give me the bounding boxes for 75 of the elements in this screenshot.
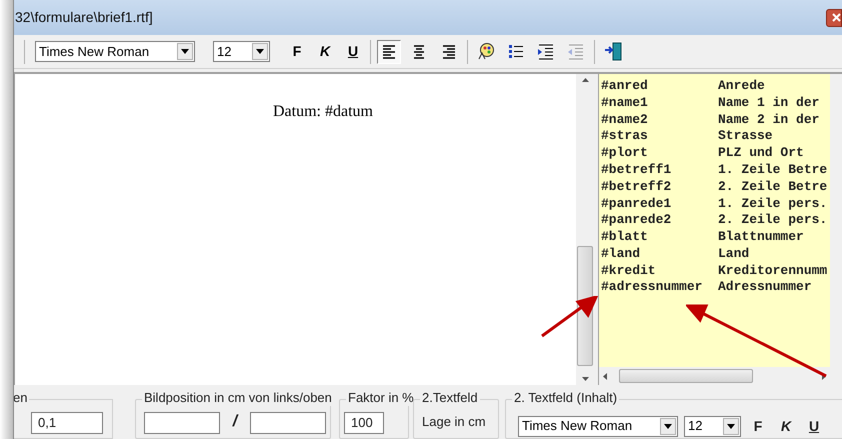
dropdown-value: Times New Roman: [38, 42, 150, 61]
indent-icon: [537, 42, 555, 62]
scroll-down-icon: [582, 377, 588, 381]
format-button[interactable]: K: [775, 414, 797, 438]
dropdown-value: 12: [687, 417, 702, 436]
caret-icon: [181, 49, 189, 54]
dropdown-value: Times New Roman: [521, 417, 632, 436]
format-button[interactable]: U: [342, 40, 364, 64]
variable-name: #betreff1: [601, 162, 672, 179]
dropdown-value: 12: [216, 42, 232, 61]
exit-door-icon: [604, 42, 622, 62]
format-button[interactable]: F: [286, 40, 308, 64]
variable-description: Land: [718, 246, 750, 263]
variable-name: #name2: [601, 112, 649, 128]
dropdown-button[interactable]: [660, 418, 676, 434]
variable-name: #stras: [601, 128, 649, 146]
dropdown[interactable]: Times New Roman: [518, 416, 678, 436]
variable-description: 1. Zeile Betre: [718, 162, 828, 179]
input-field[interactable]: [144, 412, 220, 434]
variable-name: #name1: [601, 94, 649, 112]
variable-description: Anrede: [718, 78, 766, 95]
variable-name: #adressnummer: [601, 279, 704, 296]
window-title: 32\formulare\brief1.rtf]: [14, 8, 153, 28]
variable-description: 2. Zeile Betre: [718, 178, 828, 196]
caret-icon: [727, 424, 735, 428]
variable-description: PLZ und Ort: [718, 145, 805, 162]
document-editor[interactable]: Datum: #datum: [14, 74, 576, 385]
variable-description: Kreditorennumm: [718, 262, 828, 280]
caret-icon: [664, 424, 672, 428]
arrow: [540, 296, 598, 338]
dropdown[interactable]: 12: [684, 416, 741, 436]
input-field[interactable]: [250, 412, 326, 434]
group-label: Bildposition in cm von links/oben: [142, 390, 334, 406]
variable-description: Name 2 in der: [718, 112, 820, 128]
dropdown[interactable]: 12: [213, 41, 270, 62]
variable-description: Strasse: [718, 128, 774, 146]
dropdown[interactable]: Times New Roman: [35, 41, 195, 62]
variable-description: Blattnummer: [718, 229, 805, 246]
align-right-icon: [441, 42, 457, 61]
variable-description: Name 1 in der: [718, 94, 820, 112]
document-text: Datum: #datum: [273, 102, 373, 122]
input-field[interactable]: 0,1: [31, 412, 103, 434]
outdent-icon: [567, 42, 585, 62]
align-center-icon: [411, 42, 427, 61]
scrollbar-thumb[interactable]: [619, 369, 753, 383]
scroll-up-icon: [582, 78, 588, 82]
align-left-icon: [381, 42, 397, 61]
variable-description: Adressnummer: [718, 279, 813, 296]
variable-name: #betreff2: [601, 178, 672, 196]
close-button[interactable]: [826, 8, 842, 27]
format-button[interactable]: K: [314, 40, 336, 64]
variable-name: #kredit: [601, 262, 657, 280]
variable-name: #blatt: [601, 229, 649, 246]
format-button[interactable]: F: [747, 414, 769, 438]
dropdown-button[interactable]: [177, 43, 193, 60]
variable-name: #land: [601, 246, 642, 263]
variable-name: #anred: [601, 78, 649, 95]
separator-text: /: [231, 412, 240, 432]
format-button[interactable]: U: [803, 414, 825, 438]
palette-icon: [477, 42, 495, 62]
dropdown-button[interactable]: [252, 43, 268, 60]
caret-icon: [256, 49, 264, 54]
group-text: Lage in cm: [422, 413, 486, 431]
variable-name: #plort: [601, 145, 649, 162]
scroll-left-icon: [603, 372, 607, 380]
variable-name: #panrede2: [601, 212, 672, 230]
variable-name: #panrede1: [601, 196, 672, 212]
close-icon: [832, 13, 841, 22]
group-label: Faktor in %: [346, 390, 416, 406]
variable-description: 1. Zeile pers.: [718, 196, 828, 212]
input-field[interactable]: 100: [344, 412, 384, 434]
variable-description: 2. Zeile pers.: [718, 212, 828, 230]
dropdown-button[interactable]: [723, 418, 739, 434]
group-label: 2. Textfeld (Inhalt): [512, 390, 620, 406]
align-left-button[interactable]: [377, 40, 401, 64]
